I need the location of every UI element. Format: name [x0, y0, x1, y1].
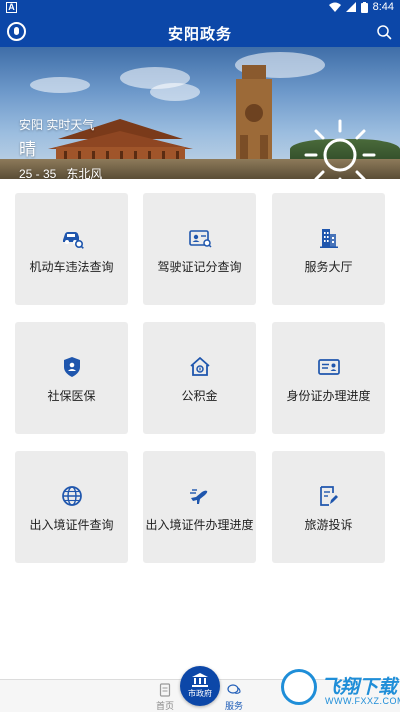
weather-banner[interactable]: 安阳 实时天气 晴 25 - 35 东北风 [0, 47, 400, 179]
weather-wind: 东北风 [66, 167, 103, 179]
service-tile-housing-fund[interactable]: 公积金 [143, 322, 256, 434]
nav-service[interactable]: 服务 [214, 683, 254, 712]
sun-icon [304, 119, 376, 179]
service-tile-vehicle-violation[interactable]: 机动车违法查询 [15, 193, 128, 305]
service-tile-tourism-complaint[interactable]: 旅游投诉 [272, 451, 385, 563]
government-building-icon [192, 673, 208, 687]
service-tile-label: 出入境证件办理进度 [145, 517, 254, 532]
service-tile-label: 出入境证件查询 [29, 517, 114, 532]
watermark-text: 飞翔下载 [321, 677, 398, 698]
status-bar: A 8:44 [0, 0, 400, 17]
weather-temperature: 25 - 35 [19, 167, 57, 179]
cloud-decoration [150, 83, 200, 101]
weather-condition: 晴 [19, 140, 36, 159]
clock: 8:44 [372, 1, 394, 13]
chat-bubble-icon [227, 684, 241, 694]
id-card-icon [317, 358, 340, 375]
service-tile-label: 驾驶证记分查询 [157, 259, 242, 274]
service-tile-id-card-progress[interactable]: 身份证办理进度 [272, 322, 385, 434]
service-tile-label: 服务大厅 [304, 259, 353, 274]
weather-info: 安阳 实时天气 晴 25 - 35 东北风 [19, 116, 102, 179]
nav-service-label: 服务 [224, 701, 243, 711]
building-icon [319, 228, 338, 248]
watermark-url: WWW.FXXZ.COM [325, 696, 400, 706]
weather-city-label: 安阳 实时天气 [19, 118, 95, 132]
nav-city-government-label: 市政府 [188, 689, 212, 698]
shield-medical-icon [63, 356, 80, 377]
airplane-icon [189, 488, 207, 504]
app-bar: 安阳政务 [0, 17, 400, 47]
watermark-logo: 飞翔下载 WWW.FXXZ.COM [281, 667, 400, 709]
signal-icon [345, 2, 356, 12]
cloud-decoration [30, 77, 90, 93]
notification-icon: A [6, 2, 17, 13]
search-icon[interactable] [376, 24, 392, 40]
home-document-icon [159, 683, 171, 697]
service-tile-label: 公积金 [181, 388, 218, 403]
service-tile-label: 机动车违法查询 [29, 259, 114, 274]
nav-city-government-button[interactable]: 市政府 [180, 666, 220, 706]
page-title: 安阳政务 [167, 26, 232, 43]
globe-icon [61, 485, 82, 506]
wifi-icon [328, 2, 341, 12]
car-search-icon [62, 231, 84, 249]
nav-home[interactable]: 首页 [145, 683, 185, 712]
nav-home-label: 首页 [155, 701, 174, 711]
service-tile-exit-entry-progress[interactable]: 出入境证件办理进度 [143, 451, 256, 563]
license-card-icon [188, 229, 212, 248]
service-tile-label: 旅游投诉 [304, 517, 353, 532]
battery-icon [360, 1, 368, 13]
edit-form-icon [319, 485, 338, 506]
service-tile-label: 身份证办理进度 [286, 388, 371, 403]
service-tile-service-hall[interactable]: 服务大厅 [272, 193, 385, 305]
service-tile-label: 社保医保 [47, 388, 96, 403]
service-tile-license-points[interactable]: 驾驶证记分查询 [143, 193, 256, 305]
watermark-circle-icon [281, 669, 317, 705]
house-fund-icon [189, 356, 210, 376]
service-tile-exit-entry-query[interactable]: 出入境证件查询 [15, 451, 128, 563]
service-tile-social-insurance[interactable]: 社保医保 [15, 322, 128, 434]
